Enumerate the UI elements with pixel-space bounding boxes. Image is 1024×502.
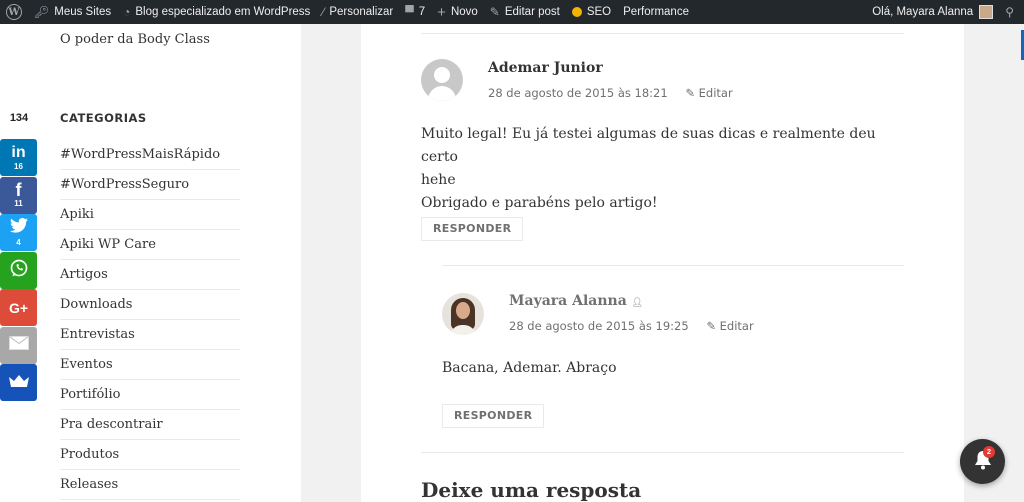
comment-icon: ▀ [405, 5, 414, 19]
google-plus-icon: G+ [8, 299, 29, 316]
share-bar: in 16 f 11 4 G+ [0, 139, 38, 402]
comment-author: Mayara Alanna 👤︎ [509, 293, 644, 309]
facebook-icon: f [15, 180, 22, 200]
pencil-icon: ✎ [489, 5, 500, 19]
comment-author: Ademar Junior [488, 60, 603, 76]
comment-avatar [421, 59, 463, 101]
search-icon: ⚲ [1005, 5, 1014, 19]
category-link[interactable]: Produtos [60, 440, 240, 470]
twitter-icon [9, 217, 28, 237]
comments-link[interactable]: ▀ 7 [399, 0, 431, 24]
dashboard-icon: ◔ [123, 5, 131, 19]
wordpress-logo-icon: W [6, 4, 22, 20]
category-link[interactable]: #WordPressMaisRápido [60, 140, 240, 170]
reply-section-title: Deixe uma resposta [421, 478, 642, 502]
seo-menu[interactable]: SEO [566, 0, 617, 24]
categories-title: CATEGORIAS [60, 111, 147, 125]
share-googleplus-button[interactable]: G+ [0, 289, 37, 326]
sidebar: O poder da Body Class CATEGORIAS #WordPr… [0, 24, 301, 502]
performance-menu[interactable]: Performance [617, 0, 695, 24]
whatsapp-icon [9, 258, 29, 282]
customize-link[interactable]: ⁄ Personalizar [316, 0, 399, 24]
share-whatsapp-button[interactable] [0, 251, 37, 289]
performance-label: Performance [623, 6, 689, 18]
category-link[interactable]: Eventos [60, 350, 240, 380]
seo-status-dot-icon [571, 7, 582, 17]
divider [442, 265, 904, 266]
new-content-menu[interactable]: + Novo [431, 0, 484, 24]
site-name-label: Blog especializado em WordPress [135, 6, 311, 18]
pencil-icon: ✎ [706, 319, 716, 333]
main-content: Ademar Junior 28 de agosto de 2015 às 18… [361, 24, 964, 502]
reply-button[interactable]: RESPONDER [442, 404, 545, 428]
notifications-button[interactable]: 2 [960, 439, 1005, 484]
share-facebook-button[interactable]: f 11 [0, 176, 37, 214]
comments-count: 7 [418, 6, 426, 18]
share-linkedin-button[interactable]: in 16 [0, 139, 37, 176]
category-link[interactable]: Entrevistas [60, 320, 240, 350]
seo-label: SEO [586, 6, 612, 18]
share-count: 16 [14, 161, 23, 171]
notification-count-badge: 2 [983, 446, 995, 458]
comment-text: Muito legal! Eu já testei algumas de sua… [421, 126, 876, 211]
category-link[interactable]: Downloads [60, 290, 240, 320]
category-link[interactable]: Releases [60, 470, 240, 500]
email-icon [8, 336, 29, 354]
edit-comment-link[interactable]: ✎ Editar [706, 319, 753, 333]
comment-avatar [442, 293, 484, 335]
my-sites-menu[interactable]: 🔑︎ Meus Sites [28, 0, 117, 24]
site-name-menu[interactable]: ◔ Blog especializado em WordPress [117, 0, 316, 24]
comment-meta: 28 de agosto de 2015 às 18:21 ✎ Editar [488, 86, 733, 100]
share-total-count: 134 [9, 112, 29, 124]
divider [421, 33, 904, 34]
edit-post-label: Editar post [504, 6, 560, 18]
account-menu[interactable]: Olá, Mayara Alanna [866, 0, 999, 24]
comment-date-link[interactable]: 28 de agosto de 2015 às 18:21 [488, 86, 668, 100]
page-gutter-right [964, 24, 1024, 502]
my-sites-label: Meus Sites [54, 6, 112, 18]
edit-comment-link[interactable]: ✎ Editar [685, 86, 732, 100]
key-icon: 🔑︎ [34, 5, 50, 19]
edit-post-link[interactable]: ✎ Editar post [484, 0, 566, 24]
category-link[interactable]: Apiki [60, 200, 240, 230]
share-count: 4 [16, 238, 21, 247]
share-email-button[interactable] [0, 326, 37, 364]
comment-date-link[interactable]: 28 de agosto de 2015 às 19:25 [509, 319, 689, 333]
brush-icon: ⁄ [322, 5, 325, 19]
comment-text: Bacana, Ademar. Abraço [442, 360, 617, 376]
plus-icon: + [437, 3, 446, 21]
admin-bar: W 🔑︎ Meus Sites ◔ Blog especializado em … [0, 0, 1024, 24]
divider [421, 452, 904, 453]
search-button[interactable]: ⚲ [999, 0, 1024, 24]
categories-list: #WordPressMaisRápido #WordPressSeguro Ap… [60, 140, 240, 500]
crown-icon [8, 374, 29, 391]
category-link[interactable]: Apiki WP Care [60, 230, 240, 260]
pencil-icon: ✎ [685, 86, 695, 100]
share-count: 11 [14, 199, 23, 208]
recent-post-link[interactable]: O poder da Body Class [60, 32, 210, 47]
post-author-icon: 👤︎ [631, 298, 644, 308]
comment-meta: 28 de agosto de 2015 às 19:25 ✎ Editar [509, 319, 754, 333]
wordpress-menu[interactable]: W [0, 0, 28, 24]
category-link[interactable]: Pra descontrair [60, 410, 240, 440]
user-avatar [979, 5, 994, 19]
new-content-label: Novo [450, 6, 478, 18]
category-link[interactable]: Artigos [60, 260, 240, 290]
page-gutter [301, 24, 361, 502]
linkedin-icon: in [11, 143, 26, 161]
share-twitter-button[interactable]: 4 [0, 214, 37, 251]
category-link[interactable]: #WordPressSeguro [60, 170, 240, 200]
customize-label: Personalizar [329, 6, 394, 18]
reply-button[interactable]: RESPONDER [421, 217, 524, 241]
greeting-label: Olá, Mayara Alanna [872, 6, 974, 18]
category-link[interactable]: Portifólio [60, 380, 240, 410]
share-sumome-button[interactable] [0, 364, 37, 401]
